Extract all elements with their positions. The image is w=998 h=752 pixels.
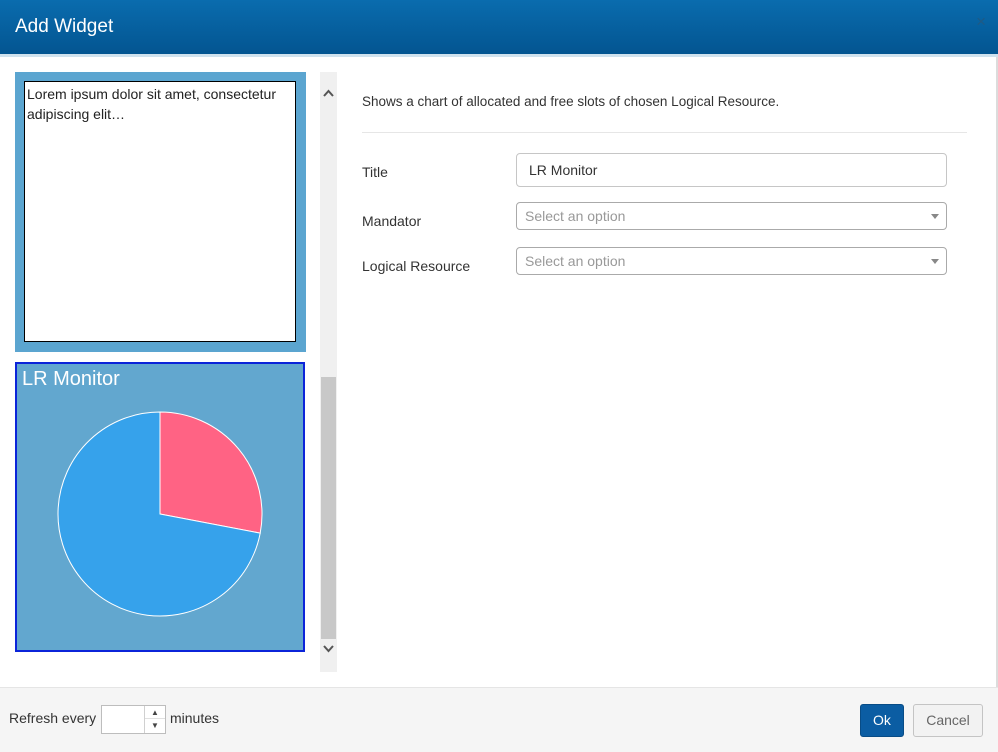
refresh-label: Refresh every bbox=[9, 710, 97, 726]
chevron-down-icon bbox=[931, 214, 939, 219]
widget-list: Lorem ipsum dolor sit amet, consectetur … bbox=[15, 72, 306, 652]
decrement-icon[interactable]: ▼ bbox=[145, 719, 165, 732]
refresh-stepper[interactable]: ▲ ▼ bbox=[144, 706, 165, 733]
scroll-up-icon[interactable] bbox=[320, 84, 337, 102]
text-widget-preview: Lorem ipsum dolor sit amet, consectetur … bbox=[24, 81, 296, 342]
widget-settings: Shows a chart of allocated and free slot… bbox=[337, 72, 997, 687]
close-icon[interactable]: × bbox=[976, 12, 986, 32]
logical-resource-select[interactable]: Select an option bbox=[516, 247, 947, 275]
dialog-header: Add Widget × bbox=[0, 0, 998, 57]
mandator-select[interactable]: Select an option bbox=[516, 202, 947, 230]
dialog-footer: Refresh every ▲ ▼ minutes Ok Cancel bbox=[0, 687, 998, 752]
widget-tile-text[interactable]: Lorem ipsum dolor sit amet, consectetur … bbox=[15, 72, 306, 352]
minutes-label: minutes bbox=[170, 710, 220, 726]
logical-resource-label: Logical Resource bbox=[362, 258, 471, 274]
dialog-title: Add Widget bbox=[15, 16, 114, 37]
pie-slice-0 bbox=[159, 411, 263, 534]
mandator-label: Mandator bbox=[362, 213, 422, 229]
widget-tile-lr-monitor[interactable]: LR Monitor bbox=[15, 362, 305, 652]
widget-list-scrollbar[interactable] bbox=[320, 72, 337, 672]
cancel-button[interactable]: Cancel bbox=[913, 704, 983, 737]
logical-resource-placeholder: Select an option bbox=[525, 253, 626, 269]
ok-button[interactable]: Ok bbox=[860, 704, 904, 737]
widget-description: Shows a chart of allocated and free slot… bbox=[362, 94, 780, 109]
scroll-down-icon[interactable] bbox=[320, 640, 337, 658]
pie-chart bbox=[57, 411, 263, 617]
chevron-down-icon bbox=[931, 259, 939, 264]
title-label: Title bbox=[362, 164, 388, 180]
title-input[interactable] bbox=[516, 153, 947, 187]
refresh-interval-input[interactable]: ▲ ▼ bbox=[101, 705, 166, 734]
increment-icon[interactable]: ▲ bbox=[145, 706, 165, 719]
scroll-thumb[interactable] bbox=[321, 377, 336, 639]
mandator-placeholder: Select an option bbox=[525, 208, 626, 224]
divider bbox=[362, 132, 967, 133]
